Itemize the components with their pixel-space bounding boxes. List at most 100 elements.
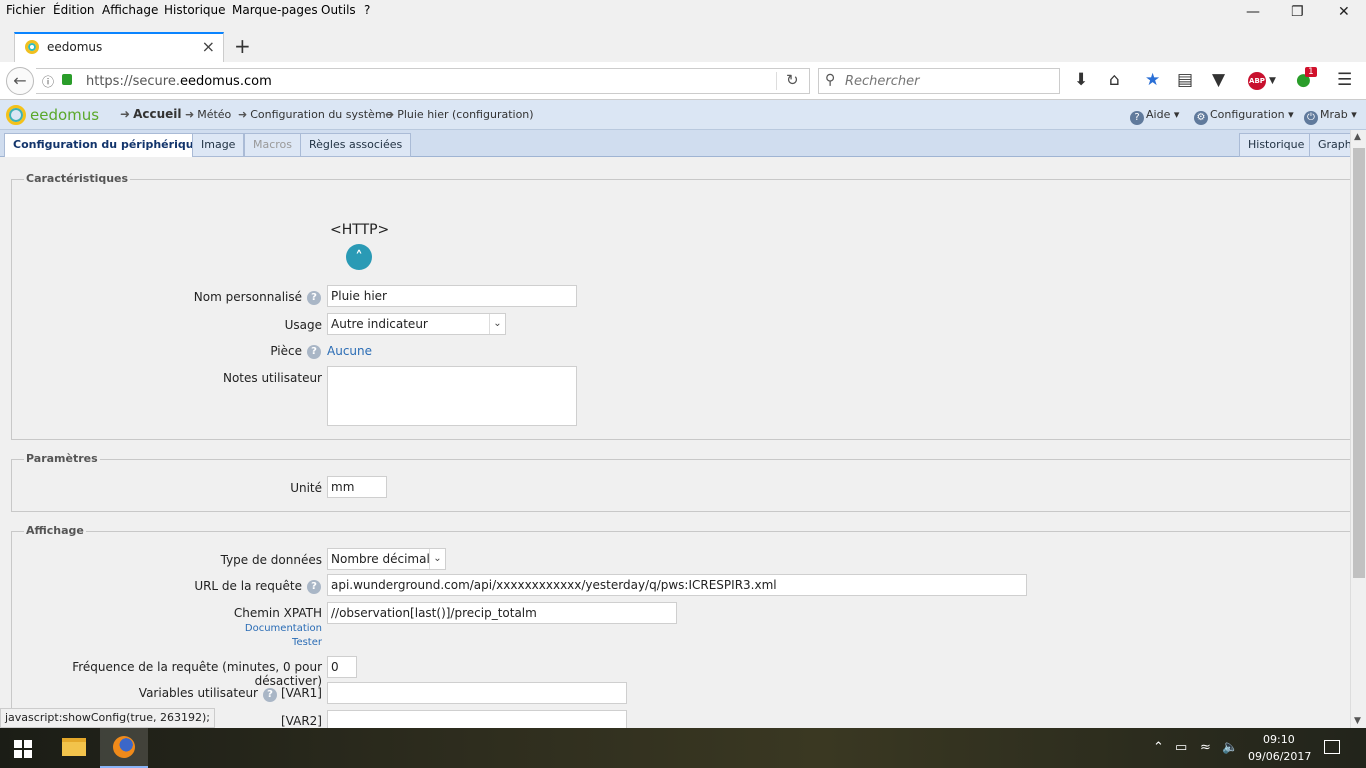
wifi-icon[interactable]: ≈ xyxy=(1200,740,1211,755)
navigation-bar: ← ⓘ https://secure.eedomus.com ↻ ⚲ ⬇ ⌂ ★… xyxy=(0,62,1366,100)
adblock-dropdown-icon[interactable]: ▼ xyxy=(1269,76,1276,86)
nom-label: Nom personnalisé xyxy=(193,290,302,304)
url-prefix: https://secure. xyxy=(86,74,180,89)
hamburger-menu-icon[interactable]: ☰ xyxy=(1337,70,1352,90)
pocket-icon[interactable]: ▼ xyxy=(1212,70,1225,90)
menu-outils[interactable]: Outils xyxy=(321,3,356,17)
configuration-label: Configuration xyxy=(1210,108,1285,121)
url-separator xyxy=(776,72,777,90)
help-icon[interactable]: ? xyxy=(307,291,321,305)
breadcrumb-label: Pluie hier (configuration) xyxy=(397,108,534,121)
question-icon: ? xyxy=(1130,111,1144,125)
url-requete-input[interactable]: api.wunderground.com/api/xxxxxxxxxxxx/ye… xyxy=(327,574,1027,596)
arrow-left-icon: ← xyxy=(13,71,27,90)
breadcrumb-accueil[interactable]: ➜ Accueil xyxy=(120,107,181,121)
frequence-input[interactable]: 0 xyxy=(327,656,357,678)
configuration-menu[interactable]: ⚙ Configuration ▾ xyxy=(1194,108,1294,125)
breadcrumb-label: Météo xyxy=(197,108,232,121)
var1-input[interactable] xyxy=(327,682,627,704)
tab-regles-associees[interactable]: Règles associées xyxy=(300,133,412,157)
url-bar[interactable]: ⓘ https://secure.eedomus.com ↻ xyxy=(36,68,810,94)
eedomus-logo-icon[interactable] xyxy=(6,105,26,125)
tab-configuration-peripherique[interactable]: Configuration du périphérique xyxy=(4,133,211,158)
tab-image[interactable]: Image xyxy=(192,133,245,157)
scroll-thumb[interactable] xyxy=(1353,148,1365,578)
user-menu[interactable]: ⏻ Mrab ▾ xyxy=(1304,108,1357,125)
close-window-icon[interactable]: ✕ xyxy=(1338,4,1350,20)
windows-taskbar: ⌃ ▭ ≈ 🔈 09:10 09/06/2017 xyxy=(0,728,1366,768)
type-donnees-select[interactable]: Nombre décimal ⌄ xyxy=(327,548,446,570)
url-requete-label: URL de la requête xyxy=(194,579,302,593)
search-bar[interactable]: ⚲ xyxy=(818,68,1060,94)
collapse-button[interactable]: ˄ xyxy=(346,244,372,270)
app-header: eedomus ➜ Accueil ➜ Météo ➜ Configuration d… xyxy=(0,100,1366,130)
notes-label: Notes utilisateur xyxy=(222,371,322,385)
search-input[interactable] xyxy=(845,72,1045,90)
back-button[interactable]: ← xyxy=(6,67,34,95)
logo-text[interactable]: eedomus xyxy=(30,106,99,124)
type-donnees-label: Type de données xyxy=(220,553,322,567)
help-menu[interactable]: ? Aide ▾ xyxy=(1130,108,1179,125)
page-scrollbar[interactable]: ▲ ▼ xyxy=(1350,130,1366,728)
arrow-right-icon: ➜ xyxy=(385,108,395,121)
clock-time[interactable]: 09:10 xyxy=(1263,733,1295,746)
notes-textarea[interactable] xyxy=(327,366,577,426)
menu-historique[interactable]: Historique xyxy=(164,3,226,17)
home-icon[interactable]: ⌂ xyxy=(1109,70,1120,90)
file-explorer-icon[interactable] xyxy=(62,738,86,756)
menu-bar: Fichier Édition Affichage Historique Mar… xyxy=(0,0,1366,24)
nom-input[interactable]: Pluie hier xyxy=(327,285,577,307)
menu-affichage[interactable]: Affichage xyxy=(102,3,158,17)
volume-icon[interactable]: 🔈 xyxy=(1222,740,1238,755)
download-icon[interactable]: ⬇ xyxy=(1074,70,1088,90)
chevron-down-icon: ⌄ xyxy=(429,549,445,569)
tab-historique[interactable]: Historique xyxy=(1239,133,1314,157)
maximize-icon[interactable]: ❐ xyxy=(1291,4,1304,20)
notification-center-icon[interactable] xyxy=(1324,740,1340,754)
bookmark-star-icon[interactable]: ★ xyxy=(1145,70,1160,90)
breadcrumb-config-systeme[interactable]: ➜ Configuration du système xyxy=(238,108,392,121)
clock-date[interactable]: 09/06/2017 xyxy=(1248,750,1311,763)
help-icon[interactable]: ? xyxy=(263,688,277,702)
url-text[interactable]: https://secure.eedomus.com xyxy=(86,74,272,89)
minimize-icon[interactable]: — xyxy=(1246,4,1260,20)
reload-icon[interactable]: ↻ xyxy=(786,71,799,89)
documentation-link[interactable]: Documentation xyxy=(200,623,322,634)
piece-link[interactable]: Aucune xyxy=(327,344,372,358)
scroll-up-icon[interactable]: ▲ xyxy=(1354,132,1361,142)
new-tab-icon[interactable]: + xyxy=(234,34,251,58)
eedomus-favicon-icon xyxy=(25,40,39,54)
tray-chevron-up-icon[interactable]: ⌃ xyxy=(1153,740,1164,755)
close-tab-icon[interactable]: × xyxy=(202,37,215,56)
tab-graphe[interactable]: Graphe xyxy=(1309,133,1350,157)
info-icon[interactable]: ⓘ xyxy=(42,73,54,90)
browser-tab-eedomus[interactable]: eedomus × xyxy=(14,32,224,62)
menu-marque-pages[interactable]: Marque-pages xyxy=(232,3,318,17)
battery-icon[interactable]: ▭ xyxy=(1175,740,1187,755)
taskbar-firefox[interactable] xyxy=(100,728,148,768)
usage-select[interactable]: Autre indicateur ⌄ xyxy=(327,313,506,335)
reading-list-icon[interactable]: ▤ xyxy=(1177,70,1193,90)
unite-input[interactable]: mm xyxy=(327,476,387,498)
lock-icon xyxy=(62,74,72,85)
menu-help[interactable]: ? xyxy=(364,3,370,17)
adblock-icon[interactable]: ABP xyxy=(1248,72,1266,90)
tab-macros: Macros xyxy=(244,133,302,157)
help-icon[interactable]: ? xyxy=(307,345,321,359)
search-icon: ⚲ xyxy=(825,72,836,88)
breadcrumb-meteo[interactable]: ➜ Météo xyxy=(185,108,231,121)
var2-input[interactable] xyxy=(327,710,627,728)
xpath-input[interactable]: //observation[last()]/precip_totalm xyxy=(327,602,677,624)
menu-edition[interactable]: Édition xyxy=(53,3,95,17)
browser-tab-title: eedomus xyxy=(47,40,103,54)
firefox-icon xyxy=(113,736,135,758)
help-icon[interactable]: ? xyxy=(307,580,321,594)
windows-start-icon[interactable] xyxy=(14,740,32,758)
usage-selected-value: Autre indicateur xyxy=(331,317,428,331)
tester-link[interactable]: Tester xyxy=(200,637,322,648)
scroll-down-icon[interactable]: ▼ xyxy=(1354,716,1361,726)
help-label: Aide xyxy=(1146,108,1171,121)
legend-caracteristiques: Caractéristiques xyxy=(24,172,131,185)
power-icon: ⏻ xyxy=(1304,111,1318,125)
menu-fichier[interactable]: Fichier xyxy=(6,3,45,17)
